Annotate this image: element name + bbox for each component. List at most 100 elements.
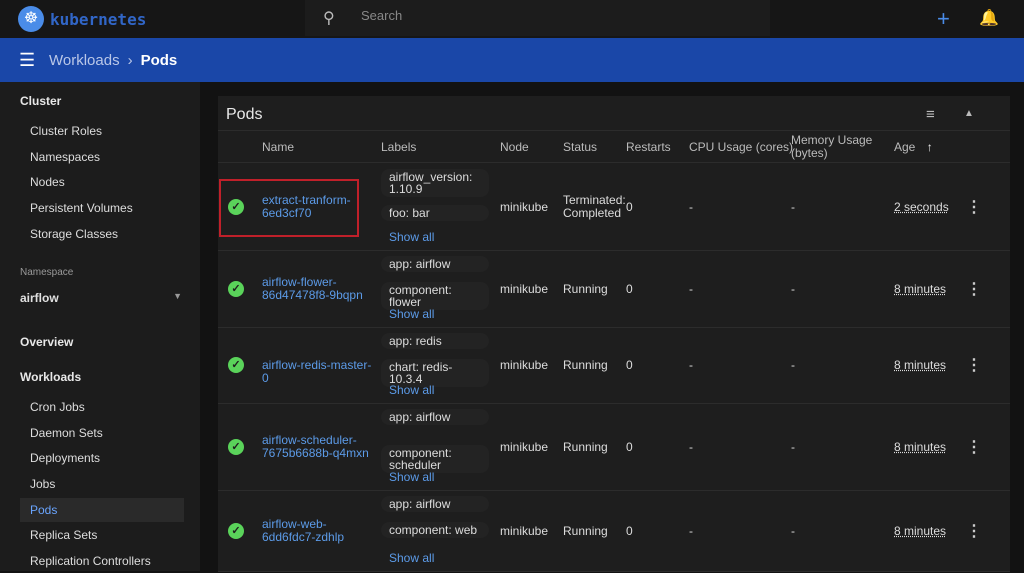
label-chip: component: web (381, 522, 489, 538)
sidebar-item-cluster-roles[interactable]: Cluster Roles (20, 119, 184, 143)
sidebar-overview[interactable]: Overview (20, 335, 73, 349)
breadcrumb-pods: Pods (140, 52, 178, 69)
sidebar-item-replication-controllers[interactable]: Replication Controllers (20, 549, 184, 573)
namespace-select[interactable]: airflow ▼ (20, 291, 182, 305)
cpu-cell: - (689, 199, 693, 214)
column-memory: Memory Usage (bytes) (791, 133, 873, 160)
sidebar-item-pods[interactable]: Pods (20, 498, 184, 522)
status-cell: Terminated: Completed (563, 192, 626, 220)
breadcrumb: Workloads › Pods (49, 52, 177, 69)
status-cell: Running (563, 439, 608, 454)
label-chip: foo: bar (381, 205, 489, 221)
show-all-link[interactable]: Show all (389, 307, 434, 321)
column-cpu: CPU Usage (cores) (689, 140, 794, 154)
sidebar-item-daemon-sets[interactable]: Daemon Sets (20, 421, 184, 445)
more-vert-icon[interactable]: ⋮ (966, 279, 982, 299)
show-all-link[interactable]: Show all (389, 551, 434, 565)
age-cell: 8 minutes (894, 439, 947, 454)
label-chip: airflow_version: 1.10.9 (381, 169, 489, 197)
table-row: ✓ airflow-flower-86d47478f8-9bqpn app: a… (218, 250, 1010, 328)
status-ok-icon: ✓ (228, 280, 244, 297)
table-row: ✓ airflow-web-6dd6fdc7-zdhlp app: airflo… (218, 490, 1010, 572)
column-node[interactable]: Node (500, 140, 529, 154)
age-cell: 8 minutes (894, 523, 947, 538)
top-bar: ☸ kubernetes ⚲ + 🔔 (0, 0, 1024, 38)
restarts-cell: 0 (626, 199, 633, 214)
age-cell: 8 minutes (894, 281, 947, 296)
divider (218, 571, 1010, 572)
memory-cell: - (791, 281, 795, 296)
pod-name-link[interactable]: airflow-scheduler-7675b6688b-q4mxn (262, 433, 377, 460)
sidebar: Cluster Cluster Roles Namespaces Nodes P… (0, 82, 200, 571)
table-row: ✓ airflow-scheduler-7675b6688b-q4mxn app… (218, 403, 1010, 491)
restarts-cell: 0 (626, 439, 633, 454)
restarts-cell: 0 (626, 523, 633, 538)
cpu-cell: - (689, 281, 693, 296)
memory-cell: - (791, 358, 795, 372)
show-all-link[interactable]: Show all (389, 230, 434, 244)
column-restarts[interactable]: Restarts (626, 140, 671, 154)
sidebar-workloads[interactable]: Workloads (20, 370, 81, 384)
menu-icon[interactable]: ☰ (19, 50, 35, 71)
search-box[interactable]: ⚲ (305, 0, 770, 36)
filter-icon[interactable]: ≡ (926, 106, 935, 123)
more-vert-icon[interactable]: ⋮ (966, 197, 982, 217)
pod-name-link[interactable]: airflow-redis-master-0 (262, 359, 377, 385)
column-age-label: Age (894, 140, 916, 154)
sidebar-item-namespaces[interactable]: Namespaces (20, 145, 184, 169)
sidebar-item-nodes[interactable]: Nodes (20, 170, 184, 194)
sidebar-item-persistent-volumes[interactable]: Persistent Volumes (20, 196, 184, 220)
sort-ascending-icon[interactable]: ↑ (927, 140, 933, 154)
sidebar-item-storage-classes[interactable]: Storage Classes (20, 222, 184, 246)
column-status[interactable]: Status (563, 140, 597, 154)
namespace-label: Namespace (20, 267, 74, 278)
sidebar-item-deployments[interactable]: Deployments (20, 446, 184, 470)
memory-cell: - (791, 439, 795, 454)
notifications-bell-icon[interactable]: 🔔 (979, 8, 999, 28)
namespace-value: airflow (20, 291, 59, 305)
brand-name[interactable]: kubernetes (50, 10, 146, 29)
age-cell: 2 seconds (894, 199, 949, 214)
column-labels: Labels (381, 140, 417, 154)
create-button[interactable]: + (937, 6, 950, 32)
pod-name-link[interactable]: airflow-flower-86d47478f8-9bqpn (262, 275, 377, 302)
node-cell: minikube (500, 358, 549, 372)
age-cell: 8 minutes (894, 358, 947, 372)
show-all-link[interactable]: Show all (389, 470, 434, 484)
dropdown-arrow-icon: ▼ (173, 291, 182, 301)
cpu-cell: - (689, 439, 693, 454)
column-name[interactable]: Name (262, 140, 294, 154)
pods-card: Pods ≡ ▲ Name Labels Node Status Restart… (218, 96, 1010, 572)
label-chip: component: scheduler (381, 445, 489, 473)
node-cell: minikube (500, 199, 549, 214)
breadcrumb-workloads[interactable]: Workloads (49, 52, 120, 69)
sidebar-cluster[interactable]: Cluster (20, 94, 61, 108)
more-vert-icon[interactable]: ⋮ (966, 437, 982, 457)
status-cell: Running (563, 523, 608, 538)
collapse-icon[interactable]: ▲ (964, 108, 974, 119)
pod-name-link[interactable]: airflow-web-6dd6fdc7-zdhlp (262, 517, 377, 544)
divider (218, 130, 1010, 131)
card-title: Pods (226, 106, 263, 123)
kubernetes-logo-icon[interactable]: ☸ (18, 6, 44, 32)
status-ok-icon: ✓ (228, 522, 244, 539)
label-chip: app: airflow (381, 409, 489, 425)
restarts-cell: 0 (626, 281, 633, 296)
sidebar-item-jobs[interactable]: Jobs (20, 472, 184, 496)
more-vert-icon[interactable]: ⋮ (966, 355, 982, 375)
label-chip: app: redis (381, 333, 489, 349)
breadcrumb-bar: ☰ Workloads › Pods (0, 38, 1024, 82)
show-all-link[interactable]: Show all (389, 383, 434, 397)
highlight-box (219, 179, 359, 237)
more-vert-icon[interactable]: ⋮ (966, 521, 982, 541)
status-ok-icon: ✓ (228, 438, 244, 455)
status-cell: Running (563, 281, 608, 296)
search-input[interactable] (361, 8, 537, 23)
node-cell: minikube (500, 281, 549, 296)
sidebar-item-replica-sets[interactable]: Replica Sets (20, 523, 184, 547)
sidebar-item-cron-jobs[interactable]: Cron Jobs (20, 395, 184, 419)
memory-cell: - (791, 199, 795, 214)
column-age[interactable]: Age ↑ (894, 140, 933, 154)
search-icon: ⚲ (323, 10, 335, 27)
node-cell: minikube (500, 439, 549, 454)
